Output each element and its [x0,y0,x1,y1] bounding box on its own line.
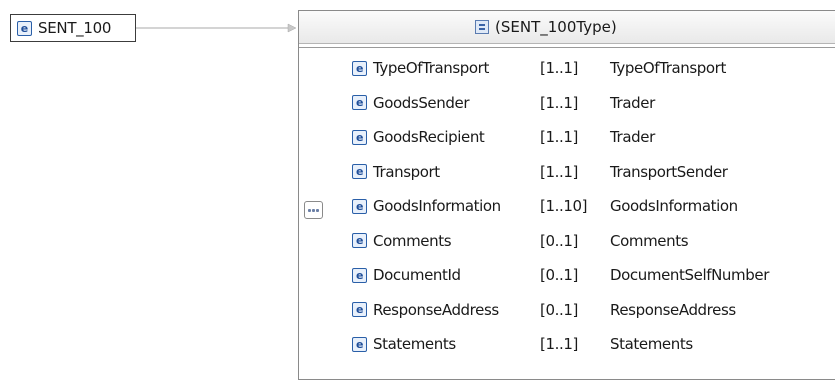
element-icon: e [352,60,367,76]
list-item[interactable]: e TypeOfTransport [1..1] TypeOfTransport [351,54,726,82]
child-type: GoodsInformation [610,197,738,215]
list-item[interactable]: e ResponseAddress [0..1] ResponseAddress [351,296,736,324]
child-element-box[interactable]: e GoodsSender [351,89,540,117]
child-element-box[interactable]: e GoodsInformation [351,192,540,220]
child-type: Trader [610,93,655,112]
child-element-box[interactable]: e Statements [351,330,540,358]
cardinality: [1..1] [540,93,578,112]
child-element-box[interactable]: e ResponseAddress [351,296,540,324]
cardinality: [0..1] [540,266,578,284]
child-type: ResponseAddress [610,300,736,319]
element-icon: e [352,164,367,179]
child-element-box[interactable]: e Comments [351,227,540,255]
child-type: Trader [610,128,655,146]
cardinality: [1..1] [540,59,578,77]
cardinality: [1..1] [540,128,578,146]
list-item[interactable]: e GoodsSender [1..1] Trader [351,89,655,117]
type-header-label: (SENT_100Type) [495,18,617,36]
child-type: Comments [610,231,689,250]
cardinality: [0..1] [540,300,578,319]
child-element-name: GoodsInformation [373,197,501,215]
element-icon: e [352,267,367,283]
element-icon: e [352,336,367,352]
header-separator [299,44,835,48]
child-element-name: Transport [373,162,440,181]
child-element-name: GoodsRecipient [373,128,485,146]
child-element-name: GoodsSender [373,93,470,112]
element-icon: e [352,302,367,317]
child-element-name: Statements [373,335,456,353]
child-element-box[interactable]: e TypeOfTransport [351,54,540,82]
child-element-box[interactable]: e Transport [351,158,540,186]
cardinality: [0..1] [540,231,578,250]
cardinality: [1..1] [540,335,578,353]
child-type: DocumentSelfNumber [610,266,769,284]
element-icon: e [352,129,367,145]
list-item[interactable]: e Comments [0..1] Comments [351,227,689,255]
element-icon: e [352,95,367,110]
child-type: TypeOfTransport [610,59,726,77]
type-header[interactable]: (SENT_100Type) [299,11,835,44]
element-icon: e [352,233,367,248]
child-element-name: DocumentId [373,266,461,284]
child-element-box[interactable]: e GoodsRecipient [351,123,540,151]
cardinality: [1..1] [540,162,578,181]
child-element-name: TypeOfTransport [373,59,489,77]
element-icon: e [352,198,367,214]
sequence-icon[interactable] [304,201,323,219]
complex-type-icon [475,20,489,34]
child-element-name: Comments [373,231,452,250]
child-element-box[interactable]: e DocumentId [351,261,540,289]
child-type: Statements [610,335,693,353]
list-item[interactable]: e Statements [1..1] Statements [351,330,693,358]
list-item[interactable]: e GoodsInformation [1..10] GoodsInformation [351,192,738,220]
list-item[interactable]: e GoodsRecipient [1..1] Trader [351,123,655,151]
list-item[interactable]: e Transport [1..1] TransportSender [351,158,728,186]
cardinality: [1..10] [540,197,588,215]
list-item[interactable]: e DocumentId [0..1] DocumentSelfNumber [351,261,769,289]
child-element-name: ResponseAddress [373,300,499,319]
child-type: TransportSender [610,162,728,181]
